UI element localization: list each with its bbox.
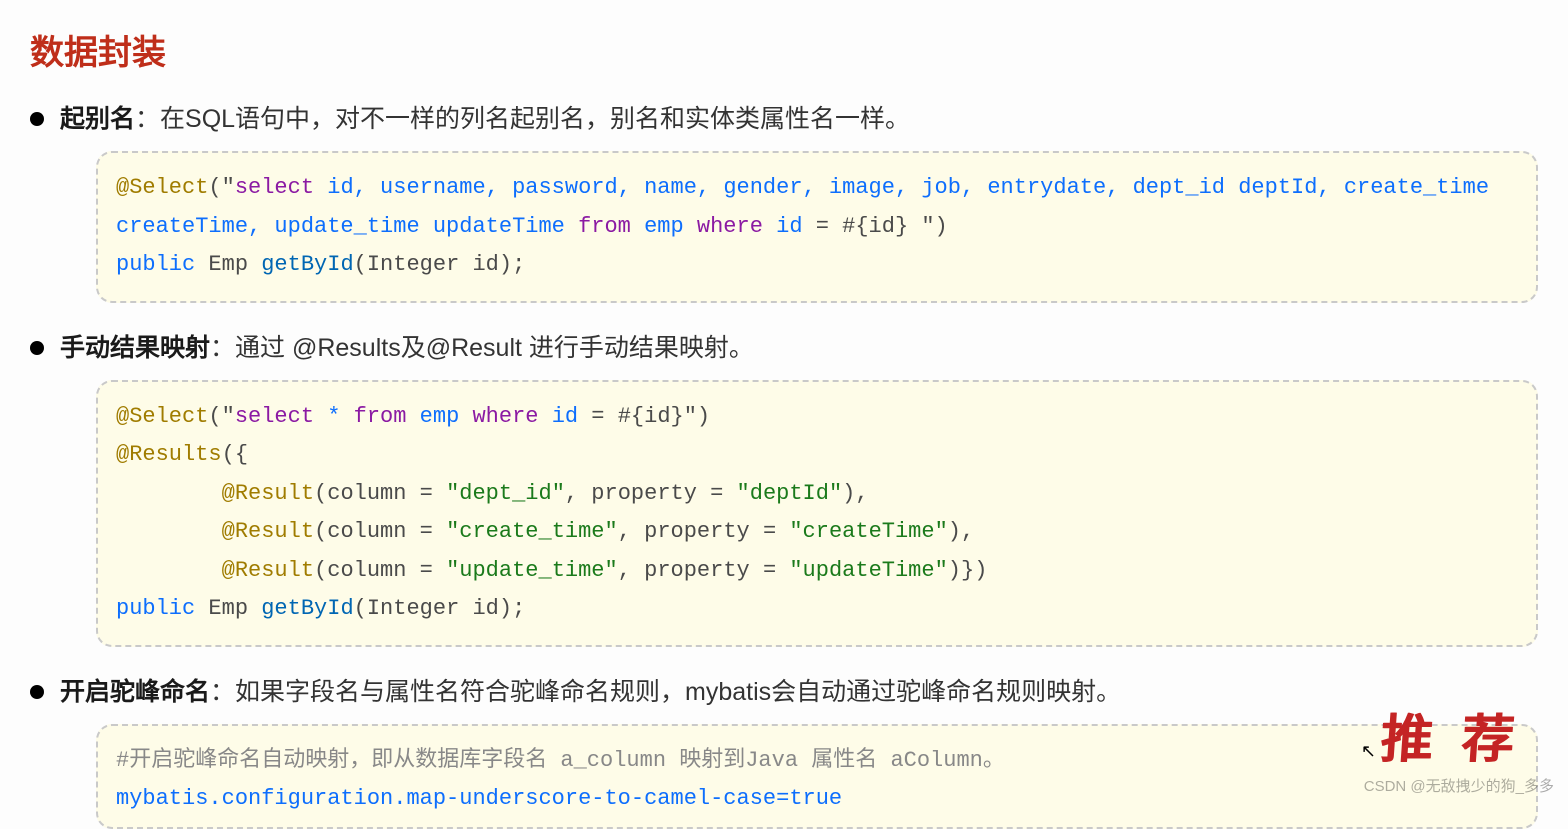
code-comment: #开启驼峰命名自动映射，即从数据库字段名 a_column 映射到Java 属性… [116,748,1005,773]
item-desc-2: ：通过 @Results及@Result 进行手动结果映射。 [210,334,754,362]
item-text-2: 手动结果映射：通过 @Results及@Result 进行手动结果映射。 [60,331,754,366]
item-desc-3: ：如果字段名与属性名符合驼峰命名规则，mybatis会自动通过驼峰命名规则映射。 [210,678,1121,706]
item-desc-1: ：在SQL语句中，对不一样的列名起别名，别名和实体类属性名一样。 [135,105,910,133]
item-label-3: 开启驼峰命名 [60,678,210,706]
bullet-icon [30,341,44,355]
code-block-3: #开启驼峰命名自动映射，即从数据库字段名 a_column 映射到Java 属性… [96,724,1538,829]
bullet-icon [30,685,44,699]
item-label-2: 手动结果映射 [60,334,210,362]
bullet-item-1: 起别名：在SQL语句中，对不一样的列名起别名，别名和实体类属性名一样。 [30,102,1538,137]
item-text-1: 起别名：在SQL语句中，对不一样的列名起别名，别名和实体类属性名一样。 [60,102,910,137]
code-block-1: @Select("select id, username, password, … [96,151,1538,303]
bullet-item-3: 开启驼峰命名：如果字段名与属性名符合驼峰命名规则，mybatis会自动通过驼峰命… [30,675,1538,710]
item-label-1: 起别名 [60,105,135,133]
bullet-item-2: 手动结果映射：通过 @Results及@Result 进行手动结果映射。 [30,331,1538,366]
code-block-2: @Select("select * from emp where id = #{… [96,380,1538,647]
section-title: 数据封装 [30,25,1538,74]
annotation-select: @Select [116,175,208,200]
bullet-icon [30,112,44,126]
item-text-3: 开启驼峰命名：如果字段名与属性名符合驼峰命名规则，mybatis会自动通过驼峰命… [60,675,1121,710]
